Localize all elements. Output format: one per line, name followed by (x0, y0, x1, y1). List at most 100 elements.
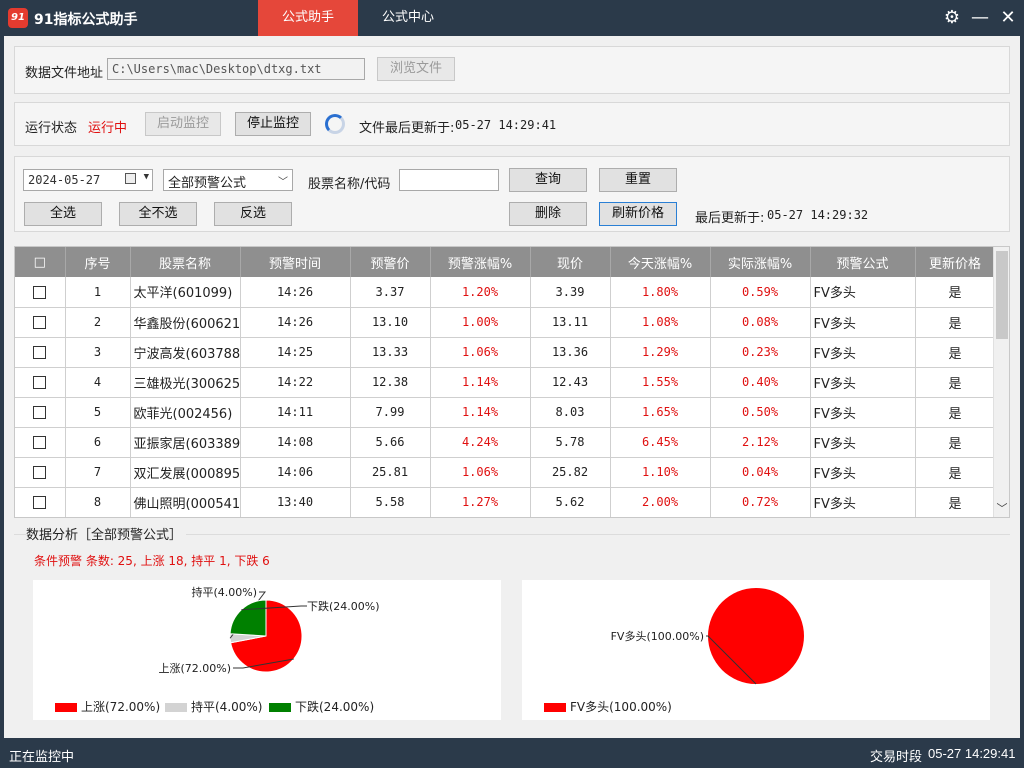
alert-price: 5.66 (350, 427, 431, 458)
formula-pie-chart: FV多头(100.00%) (611, 588, 804, 685)
alert-formula: FV多头 (810, 307, 916, 338)
pie-slice-FV多头 (708, 588, 804, 684)
legend-swatch (165, 703, 187, 712)
minimize-icon[interactable]: — (969, 7, 991, 29)
alert-change-pct: 1.20% (430, 277, 531, 308)
row-index: 7 (65, 457, 131, 488)
select-all-button[interactable]: 全选 (24, 202, 102, 226)
delete-button[interactable]: 删除 (509, 202, 587, 226)
current-price: 13.36 (530, 337, 611, 368)
status-label: 运行状态 (25, 121, 78, 136)
table-row[interactable]: 3 宁波高发(603788) 14:25 13.33 1.06% 13.36 1.29% 0.… (15, 337, 996, 368)
row-checkbox-cell (15, 307, 66, 338)
loading-spinner-icon (325, 114, 345, 134)
table-row[interactable]: 7 双汇发展(000895) 14:06 25.81 1.06% 25.82 1.10% 0.… (15, 457, 996, 488)
row-checkbox-cell (15, 277, 66, 308)
today-change-pct: 1.08% (610, 307, 711, 338)
alert-change-pct: 1.27% (430, 487, 531, 517)
analysis-title: 数据分析［全部预警公式］ (26, 524, 187, 543)
status-bar-message: 正在监控中 (9, 750, 75, 765)
alert-change-pct: 4.24% (430, 427, 531, 458)
close-icon[interactable]: ✕ (997, 7, 1019, 29)
alert-time: 14:11 (240, 397, 351, 428)
select-none-button[interactable]: 全不选 (119, 202, 197, 226)
stock-name: 双汇发展(000895) (130, 457, 241, 488)
start-monitor-button[interactable]: 启动监控 (145, 112, 221, 136)
session-label: 交易时段 (870, 750, 923, 765)
alert-price: 13.33 (350, 337, 431, 368)
row-index: 5 (65, 397, 131, 428)
browse-file-button[interactable]: 浏览文件 (377, 57, 455, 81)
current-price: 25.82 (530, 457, 611, 488)
current-price: 5.78 (530, 427, 611, 458)
table-row[interactable]: 6 亚振家居(603389) 14:08 5.66 4.24% 5.78 6.45% 2.12… (15, 427, 996, 458)
actual-change-pct: 2.12% (710, 427, 811, 458)
table-scrollbar[interactable]: ﹀ (993, 247, 1009, 517)
refresh-price-button[interactable]: 刷新价格 (599, 202, 677, 226)
table-row[interactable]: 5 欧菲光(002456) 14:11 7.99 1.14% 8.03 1.65% 0.50%… (15, 397, 996, 428)
status-value: 运行中 (88, 121, 128, 136)
row-checkbox[interactable] (33, 316, 47, 329)
alert-time: 14:08 (240, 427, 351, 458)
alert-price: 5.58 (350, 487, 431, 517)
stock-name: 华鑫股份(600621) (130, 307, 241, 338)
legend-label: FV多头(100.00%) (570, 700, 672, 714)
app-logo-icon: 91 (8, 8, 28, 28)
column-header: 预警公式 (810, 247, 916, 277)
row-checkbox[interactable] (33, 466, 47, 479)
formula-pie-chart-panel: FV多头(100.00%) FV多头(100.00%) (522, 580, 990, 720)
alert-price: 12.38 (350, 367, 431, 398)
current-price: 8.03 (530, 397, 611, 428)
row-checkbox[interactable] (33, 496, 47, 509)
table-row[interactable]: 1 太平洋(601099) 14:26 3.37 1.20% 3.39 1.80% 0.59%… (15, 277, 996, 308)
alert-formula: FV多头 (810, 277, 916, 308)
stop-monitor-button[interactable]: 停止监控 (235, 112, 311, 136)
scrollbar-thumb[interactable] (996, 251, 1008, 339)
scroll-down-icon[interactable]: ﹀ (994, 501, 1009, 517)
tab-formula-assistant[interactable]: 公式助手 (258, 0, 358, 36)
query-button[interactable]: 查询 (509, 168, 587, 192)
formula-select[interactable]: 全部预警公式 ﹀ (163, 169, 293, 191)
filter-panel: 2024-05-27 ▼ 全部预警公式 ﹀ 股票名称/代码 查询 重置 全选 全… (14, 156, 1010, 232)
last-updated-time: 05-27 14:29:32 (767, 208, 869, 222)
header-checkbox[interactable]: □ (15, 247, 66, 277)
legend-swatch (55, 703, 77, 712)
row-checkbox[interactable] (33, 285, 47, 299)
column-header: 实际涨幅% (710, 247, 811, 277)
row-checkbox-cell (15, 397, 66, 428)
stock-search-input[interactable] (399, 169, 499, 191)
actual-change-pct: 0.50% (710, 397, 811, 428)
alert-grid: □ 序号 股票名称 预警时间 预警价 预警涨幅% 现价 今天涨幅% 实际涨幅% 预警公式 更新价格 … (15, 247, 996, 517)
legend-swatch (544, 703, 566, 712)
actual-change-pct: 0.08% (710, 307, 811, 338)
row-checkbox[interactable] (33, 346, 47, 359)
invert-selection-button[interactable]: 反选 (214, 202, 292, 226)
table-row[interactable]: 8 佛山照明(000541) 13:40 5.58 1.27% 5.62 2.00% 0.72… (15, 487, 996, 517)
alert-change-pct: 1.14% (430, 367, 531, 398)
reset-button[interactable]: 重置 (599, 168, 677, 192)
date-picker[interactable]: 2024-05-27 ▼ (23, 169, 153, 191)
row-checkbox[interactable] (33, 376, 47, 389)
settings-gear-icon[interactable]: ⚙ (941, 7, 963, 29)
alert-formula: FV多头 (810, 367, 916, 398)
today-change-pct: 1.55% (610, 367, 711, 398)
row-checkbox[interactable] (33, 436, 47, 449)
alert-table: □ 序号 股票名称 预警时间 预警价 预警涨幅% 现价 今天涨幅% 实际涨幅% 预警公式 更新价格 … (14, 246, 1010, 518)
row-index: 4 (65, 367, 131, 398)
table-row[interactable]: 2 华鑫股份(600621) 14:26 13.10 1.00% 13.11 1.08% 0.… (15, 307, 996, 338)
date-value: 2024-05-27 (28, 173, 101, 187)
table-row[interactable]: 4 三雄极光(300625) 14:22 12.38 1.14% 12.43 1.55% 0.… (15, 367, 996, 398)
tab-formula-center[interactable]: 公式中心 (358, 0, 458, 36)
legend-label: 上涨(72.00%) (81, 700, 161, 714)
pie-label: 持平(4.00%) (191, 585, 257, 599)
row-index: 6 (65, 427, 131, 458)
file-path-input[interactable]: C:\Users\mac\Desktop\dtxg.txt (107, 58, 365, 80)
row-checkbox[interactable] (33, 406, 47, 419)
date-dropdown-icon[interactable]: ▼ (144, 172, 149, 182)
calendar-icon[interactable] (125, 173, 136, 184)
column-header: 预警时间 (240, 247, 351, 277)
alert-formula: FV多头 (810, 427, 916, 458)
alert-change-pct: 1.00% (430, 307, 531, 338)
legend-item: 上涨(72.00%) (55, 698, 160, 715)
pie-label: 下跌(24.00%) (307, 599, 380, 613)
